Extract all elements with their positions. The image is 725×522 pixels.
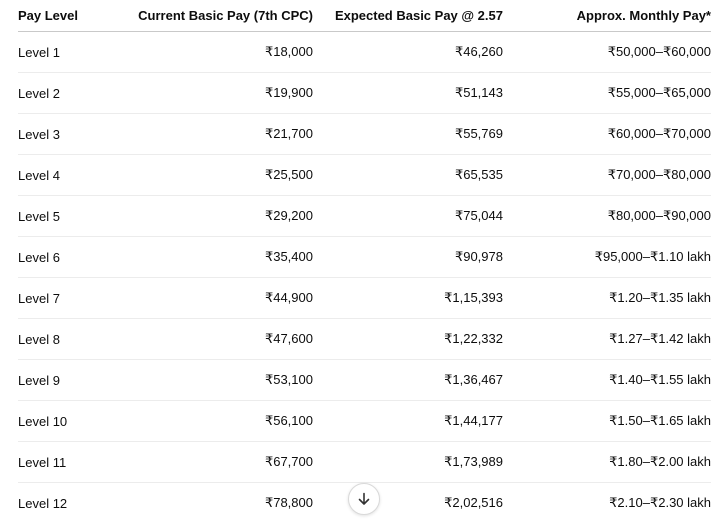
cell-current-basic-pay: ₹67,700 bbox=[123, 441, 313, 483]
cell-approx-monthly-pay: ₹80,000–₹90,000 bbox=[503, 195, 711, 237]
cell-expected-basic-pay: ₹1,15,393 bbox=[313, 277, 503, 319]
cell-pay-level: Level 4 bbox=[18, 154, 123, 196]
cell-approx-monthly-pay: ₹1.50–₹1.65 lakh bbox=[503, 400, 711, 442]
scroll-down-button[interactable] bbox=[348, 483, 380, 515]
arrow-down-icon bbox=[357, 492, 371, 506]
cell-approx-monthly-pay: ₹2.10–₹2.30 lakh bbox=[609, 495, 711, 510]
table-row: Level 2 ₹19,900 ₹51,143 ₹55,000–₹65,000 bbox=[18, 72, 711, 114]
column-header-expected-basic-pay: Expected Basic Pay @ 2.57 bbox=[313, 0, 503, 32]
column-header-current-basic-pay: Current Basic Pay (7th CPC) bbox=[123, 0, 313, 32]
table-row: Level 5 ₹29,200 ₹75,044 ₹80,000–₹90,000 bbox=[18, 195, 711, 237]
pay-table: Pay Level Current Basic Pay (7th CPC) Ex… bbox=[18, 0, 711, 522]
cell-current-basic-pay: ₹18,000 bbox=[123, 31, 313, 73]
cell-current-basic-pay: ₹35,400 bbox=[123, 236, 313, 278]
table-row: Level 4 ₹25,500 ₹65,535 ₹70,000–₹80,000 bbox=[18, 154, 711, 196]
cell-current-basic-pay: ₹21,700 bbox=[123, 113, 313, 155]
cell-pay-level: Level 7 bbox=[18, 277, 123, 319]
cell-current-basic-pay: ₹78,800 bbox=[264, 495, 313, 510]
cell-pay-level: Level 5 bbox=[18, 195, 123, 237]
cell-approx-monthly-pay: ₹95,000–₹1.10 lakh bbox=[503, 236, 711, 278]
cell-pay-level: Level 8 bbox=[18, 318, 123, 360]
cell-approx-monthly-pay: ₹1.20–₹1.35 lakh bbox=[503, 277, 711, 319]
cell-expected-basic-pay: ₹2,02,516 bbox=[444, 495, 503, 510]
cell-pay-level: Level 10 bbox=[18, 400, 123, 442]
cell-approx-monthly-pay: ₹55,000–₹65,000 bbox=[503, 72, 711, 114]
table-body: Level 1 ₹18,000 ₹46,260 ₹50,000–₹60,000 Leve… bbox=[18, 31, 711, 522]
cell-approx-monthly-pay: ₹1.40–₹1.55 lakh bbox=[503, 359, 711, 401]
cell-expected-basic-pay: ₹55,769 bbox=[313, 113, 503, 155]
cell-pay-level: Level 2 bbox=[18, 72, 123, 114]
cell-expected-basic-pay: ₹90,978 bbox=[313, 236, 503, 278]
cell-expected-basic-pay: ₹1,22,332 bbox=[313, 318, 503, 360]
chat-content: Pay Level Current Basic Pay (7th CPC) Ex… bbox=[0, 0, 725, 522]
cell-approx-monthly-pay: ₹1.27–₹1.42 lakh bbox=[503, 318, 711, 360]
cell-current-basic-pay: ₹56,100 bbox=[123, 400, 313, 442]
table-row: Level 10 ₹56,100 ₹1,44,177 ₹1.50–₹1.65 lakh bbox=[18, 400, 711, 442]
column-header-pay-level: Pay Level bbox=[18, 0, 123, 32]
table-row: Level 9 ₹53,100 ₹1,36,467 ₹1.40–₹1.55 lakh bbox=[18, 359, 711, 401]
cell-expected-basic-pay: ₹75,044 bbox=[313, 195, 503, 237]
table-row: Level 6 ₹35,400 ₹90,978 ₹95,000–₹1.10 lakh bbox=[18, 236, 711, 278]
cell-current-basic-pay: ₹25,500 bbox=[123, 154, 313, 196]
column-header-approx-monthly-pay: Approx. Monthly Pay* bbox=[503, 0, 711, 32]
cell-current-basic-pay: ₹47,600 bbox=[123, 318, 313, 360]
cell-expected-basic-pay: ₹1,36,467 bbox=[313, 359, 503, 401]
cell-pay-level: Level 6 bbox=[18, 236, 123, 278]
cell-pay-level: Level 11 bbox=[18, 441, 123, 483]
table-row: Level 3 ₹21,700 ₹55,769 ₹60,000–₹70,000 bbox=[18, 113, 711, 155]
cell-expected-basic-pay: ₹46,260 bbox=[313, 31, 503, 73]
table-row: Level 7 ₹44,900 ₹1,15,393 ₹1.20–₹1.35 lakh bbox=[18, 277, 711, 319]
cell-expected-basic-pay: ₹65,535 bbox=[313, 154, 503, 196]
cell-expected-basic-pay: ₹51,143 bbox=[313, 72, 503, 114]
table-row: Level 1 ₹18,000 ₹46,260 ₹50,000–₹60,000 bbox=[18, 31, 711, 73]
cell-pay-level: Level 12 bbox=[18, 495, 68, 511]
table-row: Level 11 ₹67,700 ₹1,73,989 ₹1.80–₹2.00 lakh bbox=[18, 441, 711, 483]
cell-expected-basic-pay: ₹1,73,989 bbox=[313, 441, 503, 483]
cell-approx-monthly-pay: ₹1.80–₹2.00 lakh bbox=[503, 441, 711, 483]
cell-approx-monthly-pay: ₹60,000–₹70,000 bbox=[503, 113, 711, 155]
table-row: Level 8 ₹47,600 ₹1,22,332 ₹1.27–₹1.42 lakh bbox=[18, 318, 711, 360]
cell-pay-level: Level 1 bbox=[18, 31, 123, 73]
cell-current-basic-pay: ₹29,200 bbox=[123, 195, 313, 237]
cell-current-basic-pay: ₹44,900 bbox=[123, 277, 313, 319]
cell-expected-basic-pay: ₹1,44,177 bbox=[313, 400, 503, 442]
cell-current-basic-pay: ₹19,900 bbox=[123, 72, 313, 114]
cell-pay-level: Level 3 bbox=[18, 113, 123, 155]
cell-pay-level: Level 9 bbox=[18, 359, 123, 401]
cell-approx-monthly-pay: ₹50,000–₹60,000 bbox=[503, 31, 711, 73]
cell-current-basic-pay: ₹53,100 bbox=[123, 359, 313, 401]
cell-approx-monthly-pay: ₹70,000–₹80,000 bbox=[503, 154, 711, 196]
table-header-row: Pay Level Current Basic Pay (7th CPC) Ex… bbox=[18, 0, 711, 32]
